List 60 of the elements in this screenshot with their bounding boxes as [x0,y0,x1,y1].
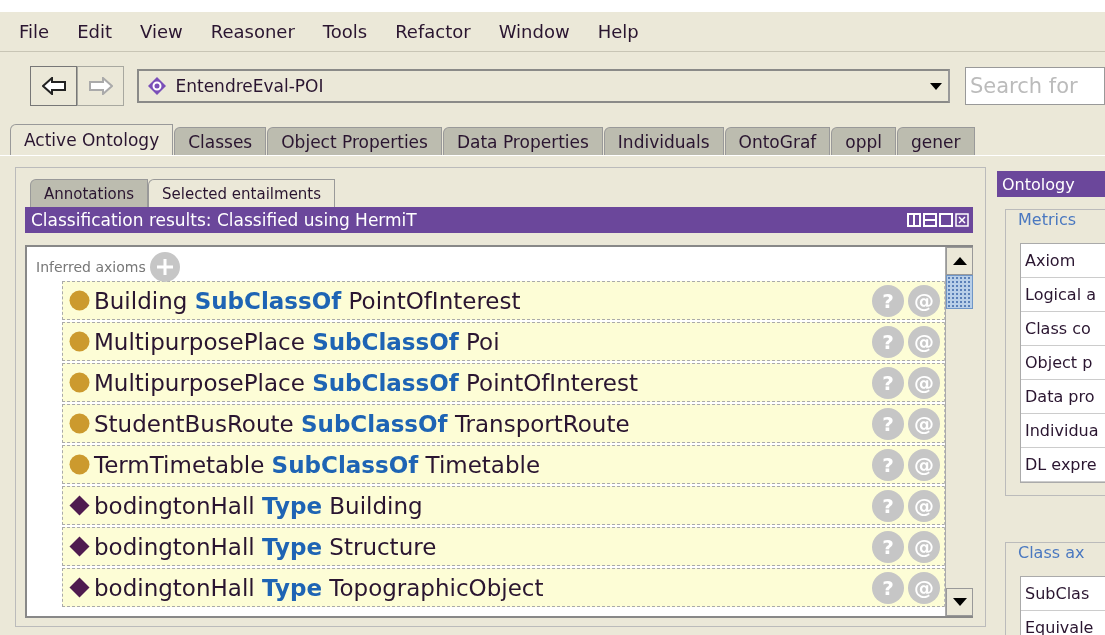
metric-cell: SubClas [1021,577,1105,611]
axiom-text: Building SubClassOf PointOfInterest [94,287,522,314]
axiom-text: StudentBusRoute SubClassOf TransportRoute [94,410,631,437]
metric-cell: DL expre [1021,448,1105,482]
forward-arrow-icon [88,77,113,95]
section-label: Inferred axioms [36,259,146,275]
individual-icon [69,495,90,516]
close-icon[interactable] [955,213,969,227]
ontology-dropdown[interactable]: EntendreEval-POI [137,69,950,103]
tab[interactable]: gener [897,127,975,155]
axiom-text: TermTimetable SubClassOf Timetable [94,451,542,478]
metric-cell: Individua [1021,414,1105,448]
axiom-text: MultipurposePlace SubClassOf Poi [94,328,501,355]
tab[interactable]: Individuals [603,127,724,155]
axiom-text: bodingtonHall Type Building [94,492,424,519]
class-icon [69,413,90,434]
tab[interactable]: Data Properties [442,127,603,155]
ontology-icon [147,76,168,96]
axiom-text: MultipurposePlace SubClassOf PointOfInterest [94,369,639,396]
metric-cell: Axiom [1021,244,1105,278]
back-arrow-icon [41,77,66,95]
tab[interactable]: Classes [174,127,267,155]
menu-item[interactable]: Help [597,21,639,42]
scroll-down-icon[interactable] [952,598,967,606]
scrollbar-thumb[interactable] [946,275,973,309]
scroll-up-icon[interactable] [952,257,967,265]
metric-cell: Class co [1021,312,1105,346]
maximize-icon[interactable] [939,213,953,227]
split-vertical-icon[interactable] [907,213,921,227]
back-button[interactable] [30,66,78,106]
class-icon [69,290,90,311]
metric-cell: Object p [1021,346,1105,380]
class-icon [69,372,90,393]
individual-icon [69,577,90,598]
metric-cell: Data pro [1021,380,1105,414]
menu-item[interactable]: File [19,21,50,42]
menu-item[interactable]: Reasoner [210,21,295,42]
menu-item[interactable]: Window [498,21,570,42]
search-field[interactable]: Search for [965,67,1105,105]
tab[interactable]: Object Properties [267,127,442,155]
menu-item[interactable]: Refactor [395,21,471,42]
menu-item[interactable]: Edit [77,21,112,42]
panel-title: Classification results: Classified using HermiT [31,210,418,230]
tab[interactable]: Selected entailments [148,179,336,207]
split-horizontal-icon[interactable] [923,213,937,227]
axiom-text: bodingtonHall Type Structure [94,533,438,560]
metric-cell: Logical a [1021,278,1105,312]
menu-item[interactable]: View [140,21,183,42]
class-icon [69,454,90,475]
scrollbar[interactable] [945,247,973,616]
tab[interactable]: Annotations [30,179,149,207]
menu-item[interactable]: Tools [322,21,368,42]
tab[interactable]: OntoGraf [724,127,831,155]
tab[interactable]: Active Ontology [10,124,174,155]
class-icon [69,331,90,352]
caret-icon [930,82,942,90]
axiom-text: bodingtonHall Type TopographicObject [94,574,545,601]
panel-title: Ontology [1002,174,1075,194]
tab[interactable]: oppl [831,127,896,155]
individual-icon [69,536,90,557]
